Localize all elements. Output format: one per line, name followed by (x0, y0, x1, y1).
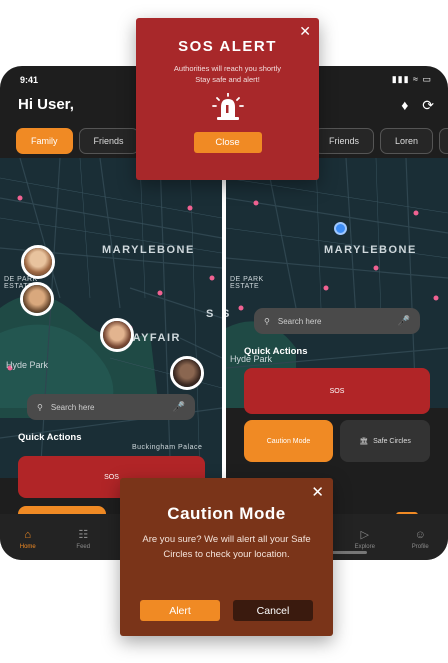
sos-modal-title: SOS ALERT (178, 38, 277, 55)
sos-modal-line-1: Authorities will reach you shortly (173, 64, 282, 73)
search-bar[interactable]: ⚲ Search here 🎤 (254, 308, 420, 334)
profile-icon: ☺ (414, 528, 426, 541)
tab-profile-label: Profile (411, 543, 429, 550)
tab-home[interactable]: ⌂ Home (6, 529, 50, 550)
search-bar[interactable]: ⚲ Search here 🎤 (27, 394, 195, 420)
chip-loren[interactable]: Loren (380, 128, 434, 154)
tab-explore-label: Explore (354, 544, 375, 550)
search-icon: ⚲ (264, 316, 270, 326)
microphone-icon[interactable]: 🎤 (398, 316, 410, 327)
cancel-button[interactable]: Cancel (233, 600, 313, 621)
map-label-marylebone: MARYLEBONE (102, 244, 195, 256)
map-label-s: S (226, 308, 231, 320)
search-placeholder: Search here (50, 402, 95, 412)
search-placeholder: Search here (277, 316, 322, 326)
chip-friends[interactable]: Friends (78, 128, 139, 154)
quick-actions-title: Quick Actions (244, 346, 308, 357)
sos-button[interactable]: SOS (244, 368, 430, 414)
sos-modal-line-2: Stay safe and alert! (195, 75, 260, 84)
map-label-buckingham: Buckingham Palace (132, 444, 203, 451)
caution-modal-title: Caution Mode (167, 504, 286, 523)
map-view[interactable]: MARYLEBONE MAYFAIR DE PARK ESTATE S Hyde… (0, 158, 222, 478)
caution-modal-actions: Alert Cancel (140, 600, 313, 621)
tab-home-label: Home (19, 543, 36, 550)
chip-friends[interactable]: Friends (314, 128, 375, 154)
app-showcase: 9:41 Hi User, Family Friends MARYLEBONE … (0, 0, 448, 663)
map-label-hyde-park: Hyde Park (6, 360, 49, 370)
safe-circles-icon: 🏛 (359, 438, 369, 445)
notification-bell-icon[interactable]: ♦ (401, 97, 408, 113)
refresh-icon[interactable]: ⟳ (422, 97, 434, 113)
family-avatar-1[interactable] (21, 245, 55, 279)
map-label-marylebone: MARYLEBONE (324, 244, 417, 256)
greeting-title: Hi User, (18, 96, 74, 113)
family-avatar-4[interactable] (170, 356, 204, 390)
chip-family[interactable]: Family (16, 128, 73, 154)
caution-modal-message: Are you sure? We will alert all your Saf… (142, 534, 311, 560)
current-location-pin[interactable] (334, 222, 347, 235)
sos-alert-modal: ✕ SOS ALERT Authorities will reach you s… (136, 18, 319, 180)
search-icon: ⚲ (37, 402, 43, 412)
tab-feed[interactable]: ☷ Feed (61, 528, 105, 550)
close-icon[interactable]: ✕ (311, 483, 324, 501)
sos-modal-message: Authorities will reach you shortly Stay … (136, 63, 319, 85)
feed-icon: ☷ (78, 529, 89, 541)
chip-more[interactable] (439, 128, 448, 154)
tab-profile[interactable]: ☺ Profile (398, 529, 442, 550)
explore-icon: ▷ (360, 529, 369, 541)
tab-feed-label: Feed (76, 544, 91, 550)
quick-actions-title: Quick Actions (18, 432, 82, 443)
siren-icon (211, 92, 244, 120)
system-status-icons: ▮▮▮ ≈ ▭ (391, 74, 432, 84)
caution-mode-modal: ✕ Caution Mode Are you sure? We will ale… (120, 478, 333, 636)
map-label-s: S (206, 308, 215, 320)
alert-button[interactable]: Alert (140, 600, 220, 621)
header-actions: ♦ ⟳ (391, 97, 434, 114)
safe-circles-label: Safe Circles (373, 437, 411, 445)
close-icon[interactable]: ✕ (299, 23, 311, 40)
microphone-icon[interactable]: 🎤 (173, 402, 185, 413)
home-icon: ⌂ (24, 528, 32, 541)
sos-close-button[interactable]: Close (193, 132, 262, 153)
tab-explore[interactable]: ▷ Explore (343, 528, 387, 550)
status-time: 9:41 (20, 75, 39, 85)
caution-mode-button[interactable]: Caution Mode (244, 420, 333, 462)
safe-circles-button[interactable]: 🏛 Safe Circles (340, 420, 430, 462)
family-avatar-3[interactable] (100, 318, 134, 352)
map-label-hyde-park-estate: DE PARK ESTATE (230, 276, 264, 290)
family-avatar-2[interactable] (20, 282, 54, 316)
